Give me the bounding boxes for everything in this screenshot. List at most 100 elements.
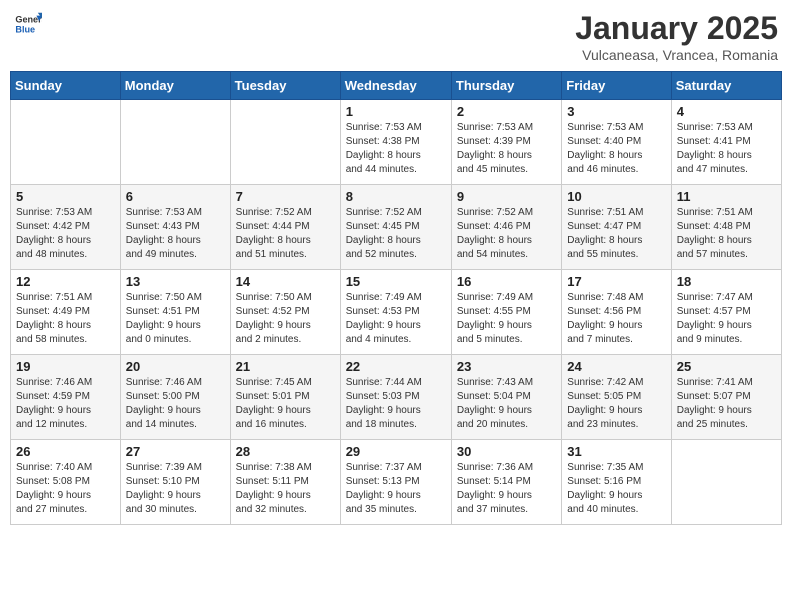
table-cell: 21 Sunrise: 7:45 AM Sunset: 5:01 PM Dayli… xyxy=(230,355,340,440)
day-number: 7 xyxy=(236,189,335,204)
day-info: Sunrise: 7:53 AM Sunset: 4:43 PM Dayligh… xyxy=(126,206,225,262)
day-info: Sunrise: 7:53 AM Sunset: 4:40 PM Dayligh… xyxy=(567,121,665,177)
day-info: Sunrise: 7:45 AM Sunset: 5:01 PM Dayligh… xyxy=(236,376,335,432)
day-number: 3 xyxy=(567,104,665,119)
logo-icon: General Blue xyxy=(14,10,42,38)
day-number: 30 xyxy=(457,444,556,459)
calendar-subtitle: Vulcaneasa, Vrancea, Romania xyxy=(575,47,778,63)
table-cell: 20Sunrise: 7:46 AM Sunset: 5:00 PM Dayli… xyxy=(120,355,230,440)
day-number: 1 xyxy=(346,104,446,119)
day-number: 19 xyxy=(16,359,115,374)
day-info: Sunrise: 7:53 AM Sunset: 4:42 PM Dayligh… xyxy=(16,206,115,262)
day-info: Sunrise: 7:42 AM Sunset: 5:05 PM Dayligh… xyxy=(567,376,665,432)
day-number: 29 xyxy=(346,444,446,459)
day-info: Sunrise: 7:52 AM Sunset: 4:45 PM Dayligh… xyxy=(346,206,446,262)
table-cell: 30 Sunrise: 7:36 AM Sunset: 5:14 PM Dayli… xyxy=(451,440,561,525)
day-info: Sunrise: 7:49 AM Sunset: 4:53 PM Dayligh… xyxy=(346,291,446,347)
day-info: Sunrise: 7:51 AM Sunset: 4:47 PM Dayligh… xyxy=(567,206,665,262)
day-info: Sunrise: 7:50 AM Sunset: 4:52 PM Dayligh… xyxy=(236,291,335,347)
day-info: Sunrise: 7:53 AM Sunset: 4:39 PM Dayligh… xyxy=(457,121,556,177)
day-number: 15 xyxy=(346,274,446,289)
header-thursday: Thursday xyxy=(451,72,561,100)
table-cell: 22 Sunrise: 7:44 AM Sunset: 5:03 PM Dayli… xyxy=(340,355,451,440)
day-info: Sunrise: 7:36 AM Sunset: 5:14 PM Dayligh… xyxy=(457,461,556,517)
day-number: 17 xyxy=(567,274,665,289)
table-cell: 13Sunrise: 7:50 AM Sunset: 4:51 PM Dayli… xyxy=(120,270,230,355)
table-cell: 5 Sunrise: 7:53 AM Sunset: 4:42 PM Daylig… xyxy=(11,185,121,270)
weekday-header-row: Sunday Monday Tuesday Wednesday Thursday… xyxy=(11,72,782,100)
header-wednesday: Wednesday xyxy=(340,72,451,100)
day-number: 28 xyxy=(236,444,335,459)
table-cell: 9 Sunrise: 7:52 AM Sunset: 4:46 PM Daylig… xyxy=(451,185,561,270)
day-info: Sunrise: 7:44 AM Sunset: 5:03 PM Dayligh… xyxy=(346,376,446,432)
day-number: 16 xyxy=(457,274,556,289)
day-number: 26 xyxy=(16,444,115,459)
day-number: 20 xyxy=(126,359,225,374)
table-cell: 14 Sunrise: 7:50 AM Sunset: 4:52 PM Dayli… xyxy=(230,270,340,355)
day-info: Sunrise: 7:41 AM Sunset: 5:07 PM Dayligh… xyxy=(677,376,776,432)
day-number: 11 xyxy=(677,189,776,204)
day-number: 10 xyxy=(567,189,665,204)
day-number: 2 xyxy=(457,104,556,119)
table-cell: 15 Sunrise: 7:49 AM Sunset: 4:53 PM Dayli… xyxy=(340,270,451,355)
calendar-title: January 2025 xyxy=(575,10,778,47)
day-info: Sunrise: 7:52 AM Sunset: 4:44 PM Dayligh… xyxy=(236,206,335,262)
day-number: 22 xyxy=(346,359,446,374)
day-info: Sunrise: 7:38 AM Sunset: 5:11 PM Dayligh… xyxy=(236,461,335,517)
svg-text:Blue: Blue xyxy=(15,24,35,34)
table-cell xyxy=(11,100,121,185)
day-number: 14 xyxy=(236,274,335,289)
table-cell: 3 Sunrise: 7:53 AM Sunset: 4:40 PM Daylig… xyxy=(562,100,671,185)
table-cell xyxy=(671,440,781,525)
table-cell xyxy=(120,100,230,185)
day-info: Sunrise: 7:39 AM Sunset: 5:10 PM Dayligh… xyxy=(126,461,225,517)
day-number: 4 xyxy=(677,104,776,119)
day-info: Sunrise: 7:53 AM Sunset: 4:38 PM Dayligh… xyxy=(346,121,446,177)
table-cell: 2 Sunrise: 7:53 AM Sunset: 4:39 PM Daylig… xyxy=(451,100,561,185)
day-number: 21 xyxy=(236,359,335,374)
header-tuesday: Tuesday xyxy=(230,72,340,100)
day-number: 12 xyxy=(16,274,115,289)
day-info: Sunrise: 7:37 AM Sunset: 5:13 PM Dayligh… xyxy=(346,461,446,517)
table-cell: 27 Sunrise: 7:39 AM Sunset: 5:10 PM Dayli… xyxy=(120,440,230,525)
day-number: 9 xyxy=(457,189,556,204)
week-row-4: 19Sunrise: 7:46 AM Sunset: 4:59 PM Dayli… xyxy=(11,355,782,440)
day-number: 31 xyxy=(567,444,665,459)
day-number: 27 xyxy=(126,444,225,459)
table-cell: 11Sunrise: 7:51 AM Sunset: 4:48 PM Dayli… xyxy=(671,185,781,270)
day-info: Sunrise: 7:51 AM Sunset: 4:49 PM Dayligh… xyxy=(16,291,115,347)
day-info: Sunrise: 7:52 AM Sunset: 4:46 PM Dayligh… xyxy=(457,206,556,262)
week-row-2: 5 Sunrise: 7:53 AM Sunset: 4:42 PM Daylig… xyxy=(11,185,782,270)
title-section: January 2025 Vulcaneasa, Vrancea, Romani… xyxy=(575,10,778,63)
table-cell: 10 Sunrise: 7:51 AM Sunset: 4:47 PM Dayli… xyxy=(562,185,671,270)
header-friday: Friday xyxy=(562,72,671,100)
day-number: 23 xyxy=(457,359,556,374)
day-number: 5 xyxy=(16,189,115,204)
header-saturday: Saturday xyxy=(671,72,781,100)
week-row-5: 26 Sunrise: 7:40 AM Sunset: 5:08 PM Dayli… xyxy=(11,440,782,525)
day-info: Sunrise: 7:48 AM Sunset: 4:56 PM Dayligh… xyxy=(567,291,665,347)
day-number: 25 xyxy=(677,359,776,374)
logo: General Blue xyxy=(14,10,42,38)
day-number: 18 xyxy=(677,274,776,289)
day-info: Sunrise: 7:40 AM Sunset: 5:08 PM Dayligh… xyxy=(16,461,115,517)
table-cell: 31Sunrise: 7:35 AM Sunset: 5:16 PM Dayli… xyxy=(562,440,671,525)
table-cell: 1 Sunrise: 7:53 AM Sunset: 4:38 PM Daylig… xyxy=(340,100,451,185)
table-cell xyxy=(230,100,340,185)
week-row-3: 12 Sunrise: 7:51 AM Sunset: 4:49 PM Dayli… xyxy=(11,270,782,355)
day-info: Sunrise: 7:43 AM Sunset: 5:04 PM Dayligh… xyxy=(457,376,556,432)
table-cell: 29 Sunrise: 7:37 AM Sunset: 5:13 PM Dayli… xyxy=(340,440,451,525)
table-cell: 17 Sunrise: 7:48 AM Sunset: 4:56 PM Dayli… xyxy=(562,270,671,355)
table-cell: 18 Sunrise: 7:47 AM Sunset: 4:57 PM Dayli… xyxy=(671,270,781,355)
header-monday: Monday xyxy=(120,72,230,100)
table-cell: 25 Sunrise: 7:41 AM Sunset: 5:07 PM Dayli… xyxy=(671,355,781,440)
day-info: Sunrise: 7:53 AM Sunset: 4:41 PM Dayligh… xyxy=(677,121,776,177)
table-cell: 4 Sunrise: 7:53 AM Sunset: 4:41 PM Daylig… xyxy=(671,100,781,185)
header-sunday: Sunday xyxy=(11,72,121,100)
day-info: Sunrise: 7:50 AM Sunset: 4:51 PM Dayligh… xyxy=(126,291,225,347)
table-cell: 28 Sunrise: 7:38 AM Sunset: 5:11 PM Dayli… xyxy=(230,440,340,525)
table-cell: 6Sunrise: 7:53 AM Sunset: 4:43 PM Daylig… xyxy=(120,185,230,270)
table-cell: 26 Sunrise: 7:40 AM Sunset: 5:08 PM Dayli… xyxy=(11,440,121,525)
day-info: Sunrise: 7:47 AM Sunset: 4:57 PM Dayligh… xyxy=(677,291,776,347)
table-cell: 16Sunrise: 7:49 AM Sunset: 4:55 PM Dayli… xyxy=(451,270,561,355)
